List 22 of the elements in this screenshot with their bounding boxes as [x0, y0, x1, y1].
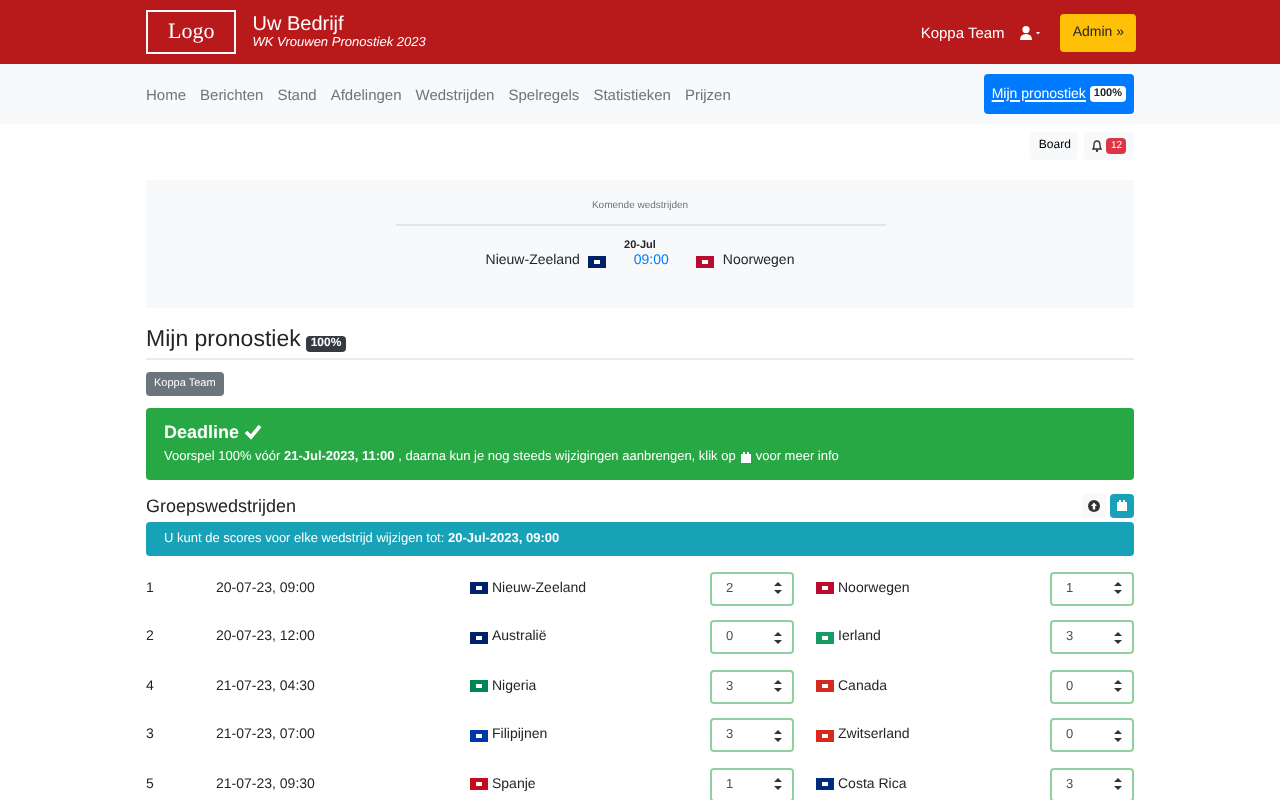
caret-icon: [774, 729, 782, 742]
arrow-circle-icon: [1088, 500, 1100, 512]
caret-icon: [1114, 729, 1122, 742]
caret-icon: [1114, 680, 1122, 693]
logo[interactable]: Logo: [146, 10, 237, 54]
page-heading: Mijn pronostiek: [146, 328, 301, 352]
company-name: Uw Bedrijf: [252, 13, 346, 36]
alert-title: Deadline: [164, 422, 240, 442]
user-icon[interactable]: [1020, 25, 1045, 39]
caret-icon: [1114, 778, 1122, 791]
caret-icon: [774, 680, 782, 693]
caret-icon: [1114, 582, 1122, 595]
caret-icon: [774, 582, 782, 595]
bell-icon: [1092, 140, 1103, 152]
caret-icon: [1114, 631, 1122, 644]
calendar-icon: [1116, 500, 1128, 512]
caret-icon: [774, 778, 782, 791]
caret-icon: [774, 631, 782, 644]
calendar-icon: [739, 451, 752, 463]
section-heading: Groepswedstrijden: [146, 496, 299, 516]
check-icon: [243, 424, 262, 440]
arrow-button[interactable]: [1082, 494, 1106, 518]
